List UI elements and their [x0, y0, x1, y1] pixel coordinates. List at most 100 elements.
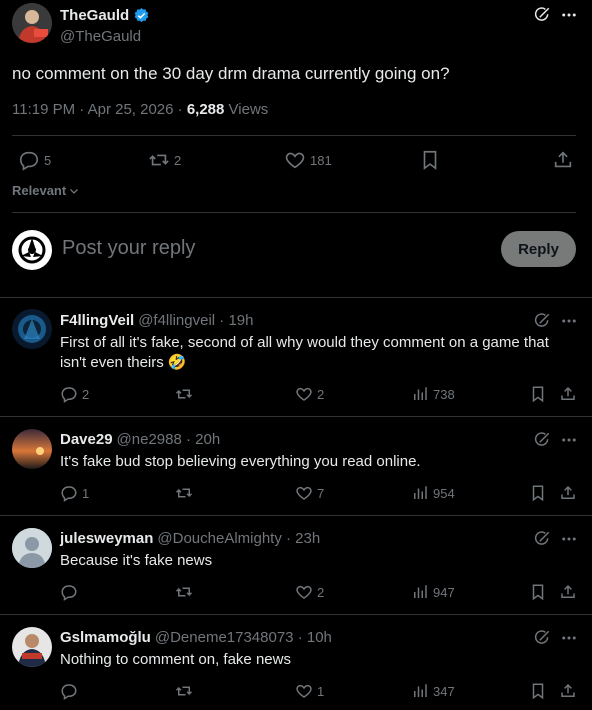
views-action[interactable]: 947	[411, 583, 455, 601]
reply-header: Dave29 @ne2988 · 20h	[60, 431, 220, 448]
post-meta: 11:19 PM · Apr 25, 2026 · 6,288 Views	[12, 101, 268, 118]
like-count: 7	[317, 485, 325, 501]
grok-icon[interactable]	[533, 6, 551, 24]
bookmark-icon[interactable]	[419, 149, 441, 171]
analytics-icon	[411, 484, 429, 502]
author-handle[interactable]: @TheGauld	[60, 28, 141, 45]
more-options-icon[interactable]	[560, 6, 578, 24]
divider	[0, 614, 592, 615]
reply-input[interactable]: Post your reply	[62, 237, 195, 260]
bookmark-icon[interactable]	[529, 682, 547, 700]
heart-icon	[295, 583, 313, 601]
author-avatar[interactable]	[12, 3, 52, 43]
reply-author-handle[interactable]: @Deneme17348073 · 10h	[155, 629, 332, 646]
more-options-icon[interactable]	[560, 312, 578, 330]
reply-icon	[60, 385, 78, 403]
bookmark-icon[interactable]	[529, 484, 547, 502]
reply-text: Nothing to comment on, fake news	[60, 651, 291, 668]
verified-badge-icon	[133, 7, 150, 24]
avatar[interactable]	[12, 528, 52, 568]
post-timestamp[interactable]: 11:19 PM · Apr 25, 2026 ·	[12, 101, 187, 118]
reply-action[interactable]: 5	[18, 149, 51, 171]
reply-header: julesweyman @DoucheAlmighty · 23h	[60, 530, 320, 547]
grok-icon[interactable]	[533, 629, 551, 647]
my-avatar[interactable]	[12, 230, 52, 270]
like-count: 181	[310, 152, 332, 168]
like-action[interactable]: 181	[284, 149, 332, 171]
repost-action[interactable]	[175, 484, 193, 502]
repost-action[interactable]: 2	[148, 149, 181, 171]
views-action[interactable]: 347	[411, 682, 455, 700]
like-count: 2	[317, 584, 325, 600]
reply-action[interactable]: 2	[60, 385, 89, 403]
analytics-icon	[411, 583, 429, 601]
reply-text: Because it's fake news	[60, 552, 213, 569]
views-action[interactable]: 954	[411, 484, 455, 502]
reply-author-handle[interactable]: @DoucheAlmighty · 23h	[157, 530, 320, 547]
divider	[0, 297, 592, 298]
reply-count: 1	[82, 485, 90, 501]
author-name[interactable]: TheGauld	[60, 7, 150, 24]
bookmark-icon[interactable]	[529, 385, 547, 403]
reply-button[interactable]: Reply	[501, 231, 576, 267]
author-name-text[interactable]: TheGauld	[60, 7, 129, 24]
avatar[interactable]	[12, 627, 52, 667]
reply-author-name[interactable]: Dave29	[60, 431, 113, 448]
share-icon[interactable]	[559, 385, 577, 403]
share-icon[interactable]	[559, 583, 577, 601]
reply-author-handle[interactable]: @ne2988 · 20h	[117, 431, 221, 448]
reply-action[interactable]: 1	[60, 484, 89, 502]
reply-text: First of all it's fake, second of all wh…	[60, 334, 549, 371]
divider	[0, 416, 592, 417]
avatar[interactable]	[12, 429, 52, 469]
bookmark-icon[interactable]	[529, 583, 547, 601]
reply-icon	[60, 583, 78, 601]
reply-action[interactable]	[60, 682, 78, 700]
heart-icon	[295, 484, 313, 502]
reply-count: 5	[44, 152, 52, 168]
sort-dropdown[interactable]: Relevant	[12, 183, 80, 198]
more-options-icon[interactable]	[560, 431, 578, 449]
sort-label: Relevant	[12, 183, 67, 198]
like-action[interactable]: 2	[295, 583, 324, 601]
repost-count: 2	[174, 152, 182, 168]
like-action[interactable]: 1	[295, 682, 324, 700]
grok-icon[interactable]	[533, 312, 551, 330]
more-options-icon[interactable]	[560, 629, 578, 647]
divider	[12, 212, 576, 213]
more-options-icon[interactable]	[560, 530, 578, 548]
reply-author-name[interactable]: julesweyman	[60, 530, 153, 547]
grok-icon[interactable]	[533, 530, 551, 548]
share-icon[interactable]	[559, 484, 577, 502]
heart-icon	[295, 385, 313, 403]
view-count: 347	[433, 683, 455, 699]
reply-author-handle[interactable]: @f4llingveil · 19h	[138, 312, 253, 329]
view-count: 954	[433, 485, 455, 501]
heart-icon	[284, 149, 306, 171]
reply-count: 2	[82, 386, 90, 402]
reply-header: F4llingVeil @f4llingveil · 19h	[60, 312, 253, 329]
like-count: 1	[317, 683, 325, 699]
reply-icon	[18, 149, 40, 171]
like-action[interactable]: 7	[295, 484, 324, 502]
reply-header: Gslmamoğlu @Deneme17348073 · 10h	[60, 629, 332, 646]
analytics-icon	[411, 385, 429, 403]
reply-icon	[60, 484, 78, 502]
share-icon[interactable]	[552, 149, 574, 171]
view-count: 738	[433, 386, 455, 402]
repost-action[interactable]	[175, 385, 193, 403]
reply-author-name[interactable]: Gslmamoğlu	[60, 629, 151, 646]
avatar[interactable]	[12, 309, 52, 349]
repost-action[interactable]	[175, 682, 193, 700]
reply-author-name[interactable]: F4llingVeil	[60, 312, 134, 329]
repost-icon	[175, 385, 193, 403]
chevron-down-icon	[68, 185, 80, 197]
views-action[interactable]: 738	[411, 385, 455, 403]
reply-action[interactable]	[60, 583, 78, 601]
repost-action[interactable]	[175, 583, 193, 601]
grok-icon[interactable]	[533, 431, 551, 449]
like-action[interactable]: 2	[295, 385, 324, 403]
repost-icon	[175, 682, 193, 700]
repost-icon	[175, 583, 193, 601]
share-icon[interactable]	[559, 682, 577, 700]
